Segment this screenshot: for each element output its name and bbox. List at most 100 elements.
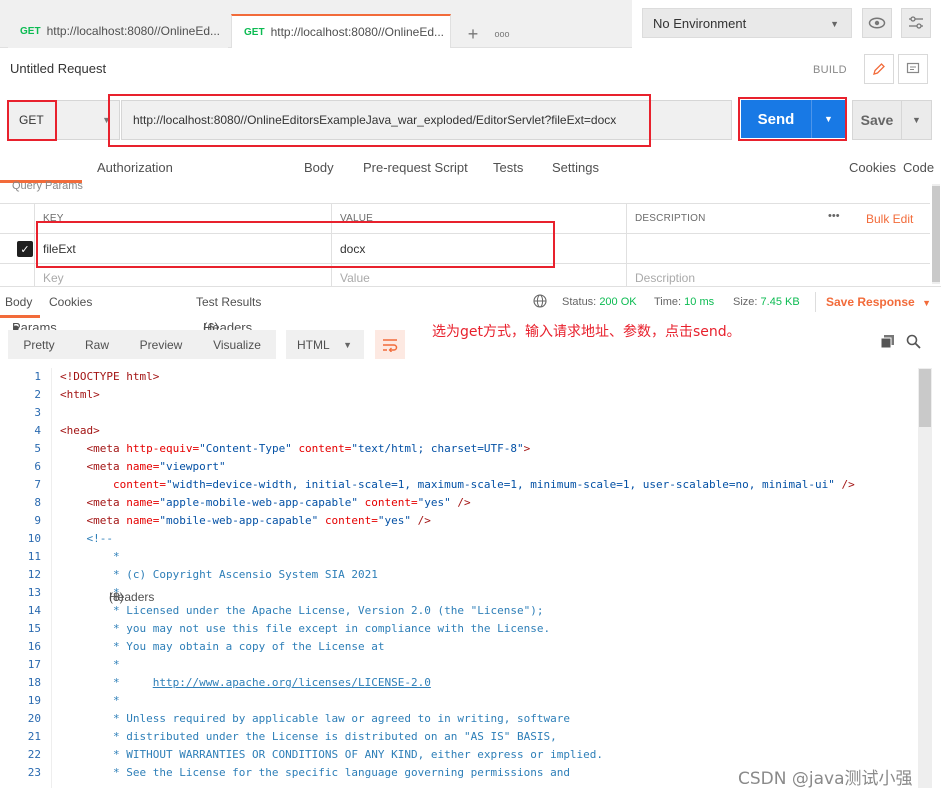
build-label: BUILD: [813, 64, 847, 76]
code-line: 21 * distributed under the License is di…: [0, 730, 918, 748]
bulk-edit-link[interactable]: Bulk Edit: [866, 212, 913, 226]
line-number: 17: [27, 658, 41, 671]
response-code-view[interactable]: 1 <!DOCTYPE html> 2 <html> 3 4 <head> 5 <meta h…: [0, 368, 918, 788]
line-number: 1: [34, 370, 41, 383]
code-token: *: [60, 676, 153, 689]
view-preview-button[interactable]: Preview: [124, 330, 198, 359]
view-raw-button[interactable]: Raw: [70, 330, 124, 359]
code-text: * See the License for the specific langu…: [60, 766, 570, 779]
code-token: "apple-mobile-web-app-capable": [159, 496, 365, 509]
tab-settings[interactable]: Settings: [552, 160, 599, 175]
edit-button[interactable]: [864, 54, 894, 84]
code-token: "yes": [377, 514, 412, 527]
code-text: * distributed under the License is distr…: [60, 730, 557, 743]
code-token: *: [60, 586, 120, 599]
params-scrollbar-thumb[interactable]: [932, 186, 940, 282]
save-response-button[interactable]: Save Response ▼: [826, 295, 931, 309]
response-tab-cookies[interactable]: Cookies: [49, 295, 92, 309]
line-number: 2: [34, 388, 41, 401]
code-token: * Unless required by applicable law or a…: [60, 712, 570, 725]
code-text: * Unless required by applicable law or a…: [60, 712, 570, 725]
line-number: 16: [27, 640, 41, 653]
view-visualize-button[interactable]: Visualize: [198, 330, 276, 359]
copy-icon[interactable]: [880, 334, 895, 352]
code-line: 17 *: [0, 658, 918, 676]
line-number: 15: [27, 622, 41, 635]
cookies-link[interactable]: Cookies: [849, 160, 896, 175]
divider: [815, 292, 816, 312]
code-token: *: [60, 694, 120, 707]
search-icon[interactable]: [906, 334, 921, 352]
code-line: 7 content="width=device-width, initial-s…: [0, 478, 918, 496]
tab-authorization[interactable]: Authorization: [97, 160, 173, 175]
code-line: 13 *: [0, 586, 918, 604]
code-line: 11 *: [0, 550, 918, 568]
save-options-chevron-icon[interactable]: ▼: [901, 101, 931, 139]
tab-pre-request-script[interactable]: Pre-request Script: [363, 160, 468, 175]
wrap-lines-button[interactable]: [375, 330, 405, 359]
more-tabs-icon[interactable]: ooo: [490, 20, 514, 48]
checkmark-icon: ✓: [17, 241, 33, 257]
code-text: <!DOCTYPE html>: [60, 370, 159, 383]
tab-body[interactable]: Body: [304, 160, 334, 175]
eye-icon: [868, 17, 886, 29]
line-number: 10: [27, 532, 41, 545]
description-placeholder[interactable]: Description: [626, 264, 930, 286]
code-line: 2 <html>: [0, 388, 918, 406]
tab-tests[interactable]: Tests: [493, 160, 523, 175]
response-tab-test-results[interactable]: Test Results: [196, 295, 261, 309]
new-tab-button[interactable]: +: [458, 20, 488, 48]
time-value: 10 ms: [684, 296, 715, 308]
more-options-icon[interactable]: •••: [828, 210, 840, 222]
params-scrollbar[interactable]: [932, 184, 940, 284]
annotation-box-method: [7, 100, 57, 141]
request-tab[interactable]: GET http://localhost:8080//OnlineEd...: [8, 14, 228, 48]
time-label: Time:: [654, 296, 682, 308]
code-token: content=: [364, 496, 418, 509]
code-token: <meta: [60, 514, 127, 527]
save-button[interactable]: Save ▼: [852, 100, 932, 140]
code-line: 6 <meta name="viewport": [0, 460, 918, 478]
param-description[interactable]: [626, 234, 930, 263]
param-enabled-checkbox[interactable]: ✓: [17, 241, 33, 257]
code-line: 19 *: [0, 694, 918, 712]
line-number: 3: [34, 406, 41, 419]
code-scrollbar-thumb[interactable]: [919, 369, 931, 427]
code-text: <html>: [60, 388, 100, 401]
code-text: content="width=device-width, initial-sca…: [60, 478, 855, 491]
environment-select[interactable]: No Environment ▼: [642, 8, 852, 38]
code-token: <head>: [60, 424, 100, 437]
code-link[interactable]: Code: [903, 160, 934, 175]
request-tab-active[interactable]: GET http://localhost:8080//OnlineEd...: [231, 14, 451, 48]
code-token: "yes": [417, 496, 451, 509]
query-params-title: Query Params: [12, 180, 83, 192]
code-line: 10 <!--: [0, 532, 918, 550]
format-select[interactable]: HTML ▼: [286, 330, 364, 359]
code-token: content=: [60, 478, 166, 491]
environment-quick-look-button[interactable]: [862, 8, 892, 38]
line-number: 4: [34, 424, 41, 437]
line-number: 18: [27, 676, 41, 689]
manage-environments-button[interactable]: [901, 8, 931, 38]
code-line: 18 * http://www.apache.org/licenses/LICE…: [0, 676, 918, 694]
size-label: Size:: [733, 296, 758, 308]
status-label: Status:: [562, 296, 597, 308]
status-value: 200 OK: [599, 296, 637, 308]
code-link[interactable]: http://www.apache.org/licenses/LICENSE-2…: [153, 676, 431, 689]
code-text: * http://www.apache.org/licenses/LICENSE…: [60, 676, 431, 689]
format-value: HTML: [297, 337, 330, 352]
code-token: name=: [126, 496, 160, 509]
line-number: 22: [27, 748, 41, 761]
view-pretty-button[interactable]: Pretty: [8, 330, 70, 359]
line-number: 5: [34, 442, 41, 455]
response-tab-body[interactable]: Body: [5, 295, 32, 309]
divider: [0, 286, 941, 287]
code-token: />: [834, 478, 855, 491]
request-title[interactable]: Untitled Request: [10, 61, 106, 76]
code-scrollbar[interactable]: [918, 368, 932, 788]
code-line: 5 <meta http-equiv="Content-Type" conten…: [0, 442, 918, 460]
line-number: 23: [27, 766, 41, 779]
comments-button[interactable]: [898, 54, 928, 84]
code-line: 4 <head>: [0, 424, 918, 442]
response-size: Size: 7.45 KB: [733, 296, 800, 308]
